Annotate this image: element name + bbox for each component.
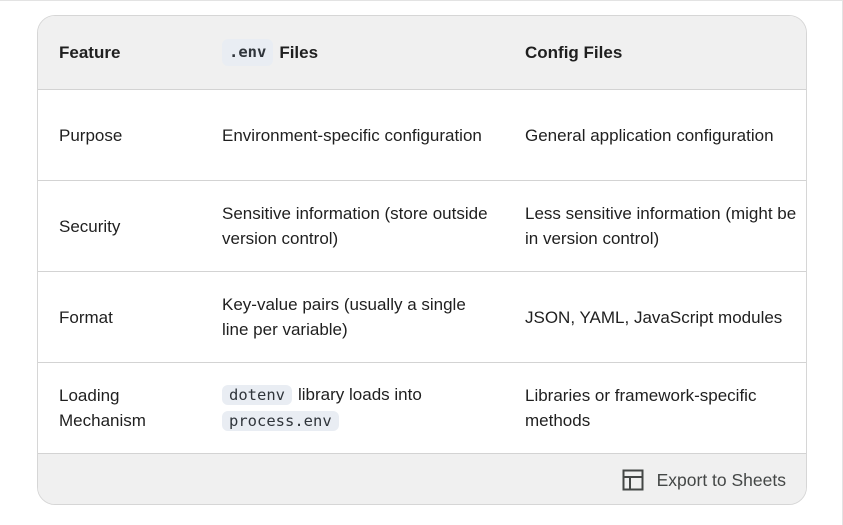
row-config-security: Less sensitive information (might be in … <box>525 204 797 248</box>
sheets-table-icon <box>622 469 644 491</box>
header-feature: Feature <box>59 43 121 62</box>
comparison-table: Feature .env Files Config Files Purpose … <box>37 15 807 505</box>
export-label: Export to Sheets <box>656 469 786 490</box>
row-feature-loading: Loading Mechanism <box>59 386 146 430</box>
table-header-row: Feature .env Files Config Files <box>38 16 806 90</box>
row-feature-security: Security <box>59 216 121 236</box>
env-code-chip: .env <box>222 39 274 66</box>
process-env-code-chip: process.env <box>222 411 339 431</box>
row-config-purpose: General application configuration <box>525 125 774 145</box>
row-env-purpose: Environment-specific configuration <box>222 125 482 145</box>
row-feature-format: Format <box>59 307 113 327</box>
row-env-loading: dotenv library loads into process.env <box>222 363 492 453</box>
table-footer: Export to Sheets <box>38 454 806 504</box>
dotenv-code-chip: dotenv <box>222 385 292 405</box>
row-feature-purpose: Purpose <box>59 125 123 145</box>
header-env-files: .env Files <box>222 16 492 89</box>
table-row: Format Key-value pairs (usually a single… <box>38 272 806 363</box>
header-env-files-label: Files <box>279 43 319 62</box>
table-row: Purpose Environment-specific configurati… <box>38 90 806 181</box>
export-to-sheets-button[interactable]: Export to Sheets <box>621 468 786 492</box>
table-row: Security Sensitive information (store ou… <box>38 181 806 272</box>
row-config-loading: Libraries or framework-specific methods <box>525 386 757 430</box>
loading-text: library loads into <box>298 385 422 404</box>
header-config-files: Config Files <box>525 43 623 62</box>
row-env-security: Sensitive information (store outside ver… <box>222 204 488 248</box>
row-env-format: Key-value pairs (usually a single line p… <box>222 295 466 339</box>
table-row: Loading Mechanism dotenv library loads in… <box>38 363 806 454</box>
row-config-format: JSON, YAML, JavaScript modules <box>525 307 783 327</box>
